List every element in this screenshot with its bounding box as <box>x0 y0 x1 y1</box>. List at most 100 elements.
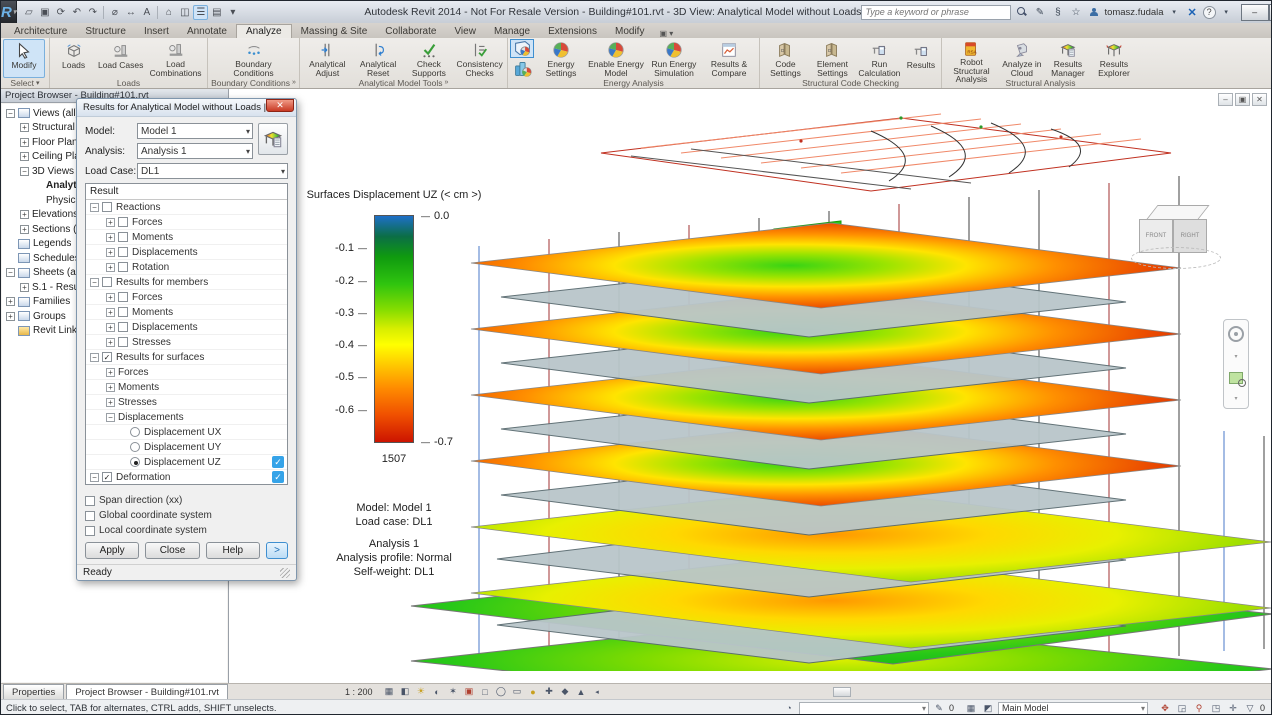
tab-structure[interactable]: Structure <box>76 25 135 38</box>
exchange-apps-icon[interactable]: ✕ <box>1185 5 1200 20</box>
aligned-dimension-icon[interactable]: ↔ <box>123 5 138 20</box>
help-menu-chevron-icon[interactable]: ▾ <box>1219 5 1234 20</box>
analysis-select[interactable]: Analysis 1 <box>137 143 253 159</box>
select-links-icon[interactable]: ✥ <box>1158 702 1172 715</box>
vcb-overflow-icon[interactable]: ◂ <box>590 685 603 698</box>
tab-extensions[interactable]: Extensions <box>539 25 606 38</box>
tree-row-surfaces-forces[interactable]: Forces <box>86 365 287 380</box>
view-cube[interactable]: FRONT RIGHT <box>1131 199 1221 279</box>
save-icon[interactable]: ▣ <box>37 5 52 20</box>
boundary-conditions-button[interactable]: Boundary Conditions <box>223 39 285 78</box>
tree-row-members-stresses[interactable]: Stresses <box>86 335 287 350</box>
communication-center-icon[interactable]: § <box>1050 5 1065 20</box>
energy-settings-button[interactable]: Energy Settings <box>535 39 587 78</box>
properties-tab[interactable]: Properties <box>3 684 64 699</box>
horizontal-scrollbar-thumb[interactable] <box>833 687 851 697</box>
open-icon[interactable]: ▱ <box>21 5 36 20</box>
drawing-area[interactable]: – ▣ ✕ Surfaces Displacement UZ (< cm >) … <box>229 89 1272 683</box>
redo-icon[interactable]: ↷ <box>85 5 100 20</box>
detail-level-icon[interactable]: ▦ <box>382 685 395 698</box>
help-search-input[interactable] <box>861 5 1011 20</box>
view-cube-compass-ring[interactable] <box>1131 247 1221 269</box>
sync-icon[interactable]: ⟳ <box>53 5 68 20</box>
code-settings-button[interactable]: Code Settings <box>762 39 809 78</box>
project-browser-tab[interactable]: Project Browser - Building#101.rvt <box>66 684 228 699</box>
tree-row-members-moments[interactable]: Moments <box>86 305 287 320</box>
scale-button[interactable]: 1 : 200 <box>338 686 380 698</box>
worksets-icon[interactable]: ◔ <box>782 702 796 715</box>
tree-row-surfaces-stresses[interactable]: Stresses <box>86 395 287 410</box>
dialog-title-bar[interactable]: Results for Analytical Model without Loa… <box>77 99 296 117</box>
maximize-button[interactable]: ▢ <box>1269 4 1272 21</box>
tree-row-results-members[interactable]: Results for members <box>86 275 287 290</box>
results-compare-button[interactable]: Results & Compare <box>703 39 755 78</box>
tree-row-members-forces[interactable]: Forces <box>86 290 287 305</box>
unlocked-3d-view-icon[interactable]: ◯ <box>494 685 507 698</box>
reveal-hidden-elements-icon[interactable]: ● <box>526 685 539 698</box>
crop-view-icon[interactable]: ▣ <box>462 685 475 698</box>
tree-row-displacement-ux[interactable]: Displacement UX <box>86 425 287 440</box>
active-only-icon[interactable]: ◩ <box>981 702 995 715</box>
temporary-hide-isolate-icon[interactable]: ▭ <box>510 685 523 698</box>
tree-row-displacement-uy[interactable]: Displacement UY <box>86 440 287 455</box>
view-restore-icon[interactable]: ▣ <box>1235 93 1250 106</box>
help-button[interactable]: Help <box>206 542 260 559</box>
thin-lines-icon[interactable]: ☰ <box>193 5 208 20</box>
robot-structural-analysis-button[interactable]: Robot Structural Analysis <box>944 39 999 78</box>
application-menu-button[interactable]: R▾ <box>1 1 17 23</box>
signed-in-user[interactable]: tomasz.fudala <box>1104 7 1163 18</box>
tree-row-surfaces-moments[interactable]: Moments <box>86 380 287 395</box>
tree-row-reactions[interactable]: Reactions <box>86 200 287 215</box>
tree-row-reactions-moments[interactable]: Moments <box>86 230 287 245</box>
editable-only-icon[interactable]: ✎ <box>932 702 946 715</box>
load-case-select[interactable]: DL1 <box>137 163 288 179</box>
analytical-model-icon[interactable]: ✚ <box>542 685 555 698</box>
sun-path-icon[interactable]: ☀ <box>414 685 427 698</box>
load-combinations-button[interactable]: Load Combinations <box>146 39 205 78</box>
tree-row-surfaces-displacements[interactable]: Displacements <box>86 410 287 425</box>
analyze-in-cloud-button[interactable]: Analyze in Cloud <box>999 39 1045 78</box>
run-energy-simulation-button[interactable]: Run Energy Simulation <box>645 39 703 78</box>
check-supports-button[interactable]: Check Supports <box>404 39 455 78</box>
local-coordinate-option[interactable]: Local coordinate system <box>85 523 288 538</box>
help-icon[interactable]: ? <box>1203 6 1216 19</box>
tree-row-members-displacements[interactable]: Displacements <box>86 320 287 335</box>
tree-row-reactions-forces[interactable]: Forces <box>86 215 287 230</box>
steering-wheel-icon[interactable] <box>1228 326 1244 342</box>
results-manager-shortcut-icon[interactable] <box>258 123 288 155</box>
run-calculation-button[interactable]: Run Calculation <box>856 39 903 78</box>
span-direction-option[interactable]: Span direction (xx) <box>85 493 288 508</box>
tree-row-results-surfaces[interactable]: Results for surfaces <box>86 350 287 365</box>
close-dialog-button[interactable]: Close <box>145 542 199 559</box>
consistency-checks-button[interactable]: Consistency Checks <box>454 39 505 78</box>
shadows-icon[interactable]: ◐ <box>430 685 443 698</box>
results-button[interactable]: Results <box>903 39 939 78</box>
analytical-adjust-button[interactable]: Analytical Adjust <box>302 39 353 78</box>
analytical-reset-button[interactable]: Analytical Reset <box>353 39 404 78</box>
minimize-button[interactable]: – <box>1241 4 1269 21</box>
tab-analyze[interactable]: Analyze <box>236 24 292 38</box>
switch-windows-icon[interactable]: ▤ <box>209 5 224 20</box>
load-cases-button[interactable]: Load Cases <box>95 39 146 78</box>
section-icon[interactable]: ◫ <box>177 5 192 20</box>
tab-modify[interactable]: Modify <box>606 25 653 38</box>
user-avatar-icon[interactable] <box>1086 5 1101 20</box>
tab-view[interactable]: View <box>445 25 485 38</box>
dialog-resize-grip[interactable] <box>280 568 290 578</box>
filter-icon[interactable]: ▽ <box>1243 702 1257 715</box>
modify-button[interactable]: Modify <box>3 39 45 78</box>
crop-region-icon[interactable]: □ <box>478 685 491 698</box>
design-options-icon[interactable]: ▦ <box>964 702 978 715</box>
next-button[interactable]: > <box>266 542 288 559</box>
search-icon[interactable] <box>1014 5 1029 20</box>
tab-manage[interactable]: Manage <box>485 25 539 38</box>
model-select[interactable]: Model 1 <box>137 123 253 139</box>
user-menu-chevron-icon[interactable]: ▾ <box>1167 5 1182 20</box>
favorites-star-icon[interactable]: ☆ <box>1068 5 1083 20</box>
view-minimize-icon[interactable]: – <box>1218 93 1233 106</box>
default-3d-view-icon[interactable]: ⌂ <box>161 5 176 20</box>
dialog-close-icon[interactable]: ✕ <box>266 99 294 112</box>
tab-insert[interactable]: Insert <box>135 25 178 38</box>
measure-icon[interactable]: ⌀ <box>107 5 122 20</box>
temporary-view-properties-icon[interactable]: ◆ <box>558 685 571 698</box>
